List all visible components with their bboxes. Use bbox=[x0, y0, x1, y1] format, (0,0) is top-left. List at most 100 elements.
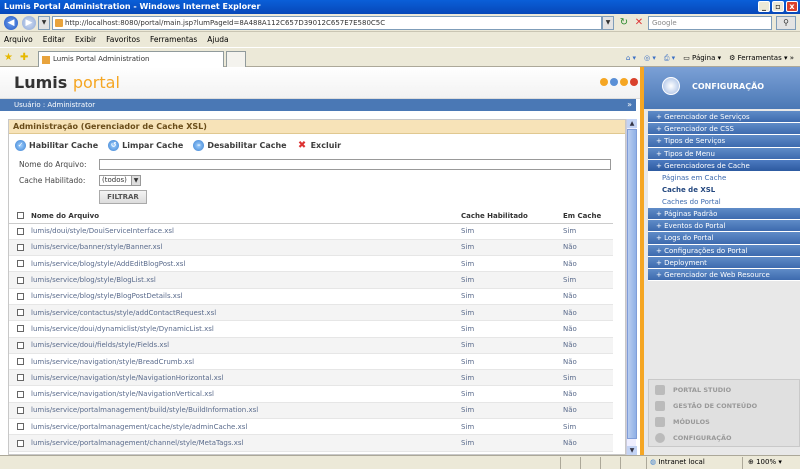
info-icon[interactable] bbox=[610, 78, 618, 86]
search-input[interactable]: Google bbox=[648, 16, 772, 30]
sidebar-item[interactable]: + Logs do Portal bbox=[648, 232, 800, 245]
row-filename[interactable]: lumis/service/navigation/style/Navigatio… bbox=[31, 385, 461, 403]
delete-button[interactable]: ✖ Excluir bbox=[297, 140, 341, 151]
close-button[interactable]: x bbox=[786, 1, 798, 12]
filter-button[interactable]: FILTRAR bbox=[99, 190, 147, 204]
module-portal-studio[interactable]: PORTAL STUDIO bbox=[655, 384, 731, 396]
sidebar-item[interactable]: + Gerenciador de CSS bbox=[648, 123, 800, 136]
menu-favoritos[interactable]: Favoritos bbox=[106, 33, 140, 47]
row-checkbox[interactable] bbox=[16, 423, 24, 431]
row-checkbox[interactable] bbox=[16, 292, 24, 300]
row-checkbox[interactable] bbox=[16, 309, 24, 317]
row-filename[interactable]: lumis/service/blog/style/BlogPostDetails… bbox=[31, 288, 461, 305]
sidebar-item[interactable]: + Eventos do Portal bbox=[648, 220, 800, 233]
menu-ferramentas[interactable]: Ferramentas bbox=[150, 33, 197, 47]
row-checkbox[interactable] bbox=[16, 406, 24, 414]
page-menu[interactable]: ▭ Página ▾ bbox=[683, 51, 721, 65]
row-checkbox[interactable] bbox=[16, 341, 24, 349]
sidebar-item[interactable]: + Tipos de Serviços bbox=[648, 135, 800, 148]
logout-icon[interactable] bbox=[630, 78, 638, 86]
row-filename[interactable]: lumis/service/doui/fields/style/Fields.x… bbox=[31, 337, 461, 354]
add-favorite-icon[interactable]: ✚ bbox=[20, 52, 28, 63]
row-checkbox[interactable] bbox=[16, 227, 24, 235]
row-checkbox[interactable] bbox=[16, 390, 24, 398]
favorites-star-icon[interactable]: ★ bbox=[4, 52, 13, 63]
sidebar-item[interactable]: + Tipos de Menu bbox=[648, 147, 800, 160]
clear-cache-button[interactable]: ↺ Limpar Cache bbox=[108, 140, 183, 151]
sidebar-subitem[interactable]: Caches do Portal bbox=[648, 195, 800, 208]
row-filename[interactable]: lumis/service/blog/style/BlogList.xsl bbox=[31, 271, 461, 289]
back-button[interactable]: ◀ bbox=[4, 16, 18, 30]
refresh-icon[interactable]: ↻ bbox=[618, 17, 630, 29]
row-filename[interactable]: lumis/doui/style/DouiServiceInterface.xs… bbox=[31, 223, 461, 240]
module-content-management[interactable]: GESTÃO DE CONTEÚDO bbox=[655, 400, 757, 412]
col-filename[interactable]: Nome do Arquivo bbox=[31, 209, 461, 224]
col-cache-enabled[interactable]: Cache Habilitado bbox=[461, 209, 563, 224]
row-cache-enabled: Sim bbox=[461, 223, 563, 240]
collapse-icon[interactable]: » bbox=[627, 99, 632, 111]
row-filename[interactable]: lumis/service/doui/dynamiclist/style/Dyn… bbox=[31, 320, 461, 338]
row-checkbox[interactable] bbox=[16, 325, 24, 333]
help-icon[interactable] bbox=[620, 78, 628, 86]
history-dropdown-button[interactable]: ▼ bbox=[38, 16, 50, 30]
row-filename[interactable]: lumis/service/navigation/style/BreadCrum… bbox=[31, 353, 461, 371]
scroll-down-icon[interactable]: ▼ bbox=[627, 446, 637, 455]
row-filename[interactable]: lumis/service/portalmanagement/channel/s… bbox=[31, 434, 461, 452]
browser-tab[interactable]: Lumis Portal Administration bbox=[38, 51, 224, 67]
url-input[interactable]: http://localhost:8080/portal/main.jsp?lu… bbox=[52, 16, 602, 30]
row-checkbox[interactable] bbox=[16, 276, 24, 284]
sidebar-item[interactable]: + Deployment bbox=[648, 256, 800, 269]
scroll-up-icon[interactable]: ▲ bbox=[627, 119, 637, 128]
cache-enabled-select[interactable]: (todos) ▼ bbox=[99, 175, 141, 186]
row-filename[interactable]: lumis/service/blog/style/AddEditBlogPost… bbox=[31, 255, 461, 273]
menu-arquivo[interactable]: Arquivo bbox=[4, 33, 33, 47]
sidebar-item[interactable]: + Gerenciador de Web Resource bbox=[648, 268, 800, 282]
sidebar-subitem[interactable]: Páginas em Cache bbox=[648, 171, 800, 184]
row-checkbox[interactable] bbox=[16, 260, 24, 268]
module-configuration[interactable]: CONFIGURAÇÃO bbox=[655, 432, 732, 444]
row-checkbox[interactable] bbox=[16, 243, 24, 251]
menu-ajuda[interactable]: Ajuda bbox=[207, 33, 228, 47]
module-modules[interactable]: MÓDULOS bbox=[655, 416, 710, 428]
sidebar-item[interactable]: + Gerenciador de Serviços bbox=[648, 111, 800, 124]
row-checkbox-cell bbox=[9, 320, 31, 338]
stop-icon[interactable]: ✕ bbox=[633, 17, 645, 29]
url-dropdown-button[interactable]: ▼ bbox=[602, 16, 614, 30]
content-scrollbar[interactable]: ▲ ▼ bbox=[626, 119, 637, 455]
select-all-checkbox[interactable] bbox=[16, 212, 24, 220]
filename-label: Nome do Arquivo: bbox=[19, 160, 87, 169]
row-checkbox[interactable] bbox=[16, 358, 24, 366]
row-filename[interactable]: lumis/service/portalmanagement/build/sty… bbox=[31, 402, 461, 420]
maximize-button[interactable]: ▫ bbox=[772, 1, 784, 12]
minimize-button[interactable]: _ bbox=[758, 1, 770, 12]
new-tab-button[interactable] bbox=[226, 51, 246, 67]
sidebar-item[interactable]: + Páginas Padrão bbox=[648, 207, 800, 221]
home-icon[interactable]: ⌂ ▾ bbox=[626, 51, 636, 65]
row-filename[interactable]: lumis/service/contactus/style/addContact… bbox=[31, 304, 461, 322]
row-filename[interactable]: lumis/service/navigation/style/Navigatio… bbox=[31, 369, 461, 387]
print-icon[interactable]: ⎙ ▾ bbox=[664, 51, 675, 65]
col-in-cache[interactable]: Em Cache bbox=[563, 209, 613, 224]
row-cache-enabled: Sim bbox=[461, 434, 563, 452]
filename-input[interactable] bbox=[99, 159, 611, 170]
enable-cache-button[interactable]: ✓ Habilitar Cache bbox=[15, 140, 98, 151]
search-button[interactable]: ⚲ bbox=[776, 16, 796, 30]
feeds-icon[interactable]: ◎ ▾ bbox=[644, 51, 656, 65]
row-checkbox[interactable] bbox=[16, 374, 24, 382]
scroll-thumb[interactable] bbox=[627, 129, 637, 439]
sidebar-subitem[interactable]: Cache de XSL bbox=[648, 183, 800, 196]
tools-menu[interactable]: ⚙ Ferramentas ▾ » bbox=[729, 51, 794, 65]
disable-cache-button[interactable]: – Desabilitar Cache bbox=[193, 140, 287, 151]
menu-editar[interactable]: Editar bbox=[43, 33, 65, 47]
home-icon[interactable] bbox=[600, 78, 608, 86]
sidebar-item-cache-managers[interactable]: + Gerenciadores de Cache bbox=[648, 159, 800, 172]
sidebar-item[interactable]: + Configurações do Portal bbox=[648, 244, 800, 257]
row-checkbox[interactable] bbox=[16, 439, 24, 447]
row-filename[interactable]: lumis/service/banner/style/Banner.xsl bbox=[31, 239, 461, 257]
window-title: Lumis Portal Administration - Windows In… bbox=[4, 2, 261, 11]
forward-button[interactable]: ▶ bbox=[22, 16, 36, 30]
zoom-control[interactable]: ⊕ 100% ▾ bbox=[748, 456, 782, 469]
row-filename[interactable]: lumis/service/portalmanagement/cache/sty… bbox=[31, 418, 461, 436]
menu-exibir[interactable]: Exibir bbox=[75, 33, 96, 47]
xsl-cache-table: Nome do Arquivo Cache Habilitado Em Cach… bbox=[9, 209, 613, 452]
